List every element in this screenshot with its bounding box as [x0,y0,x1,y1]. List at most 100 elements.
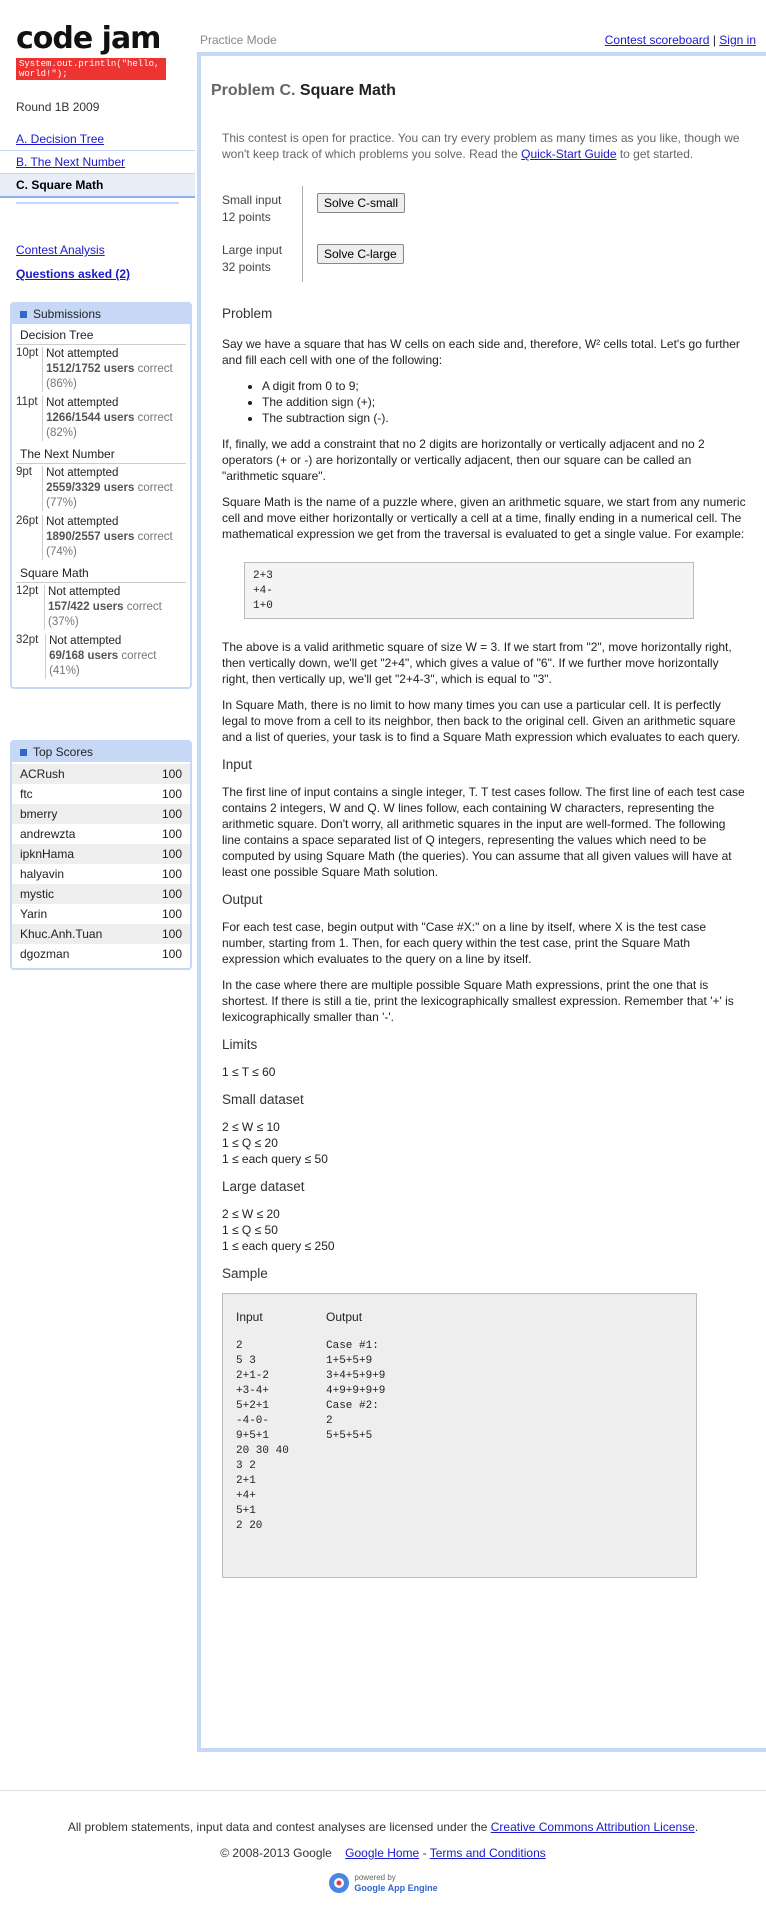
statement-paragraph: If, finally, we add a constraint that no… [222,437,705,483]
submission-row: 26pt Not attempted 1890/2557 users correct… [12,513,190,562]
submission-info: Not attempted 69/168 users correct (41%) [45,634,186,679]
submissions-list: Decision Tree 10pt Not attempted 1512/1752 … [12,324,190,687]
sample-input-heading: Input [236,1310,263,1324]
nav-divider [16,202,179,204]
practice-mode-label: Practice Mode [200,33,277,47]
quick-start-link[interactable]: Quick-Start Guide [521,147,616,161]
sample-output-column: Output Case #1: 1+5+5+9 3+4+5+9+9 4+9+9+… [326,1310,385,1444]
input-paragraph: The first line of input contains a singl… [222,785,745,879]
submission-problem-name: The Next Number [16,443,186,464]
points: 26pt [16,515,39,527]
contestant-name: ipknHama [20,847,75,861]
statement-paragraph: In Square Math, there is no limit to how… [222,698,741,744]
submission-problem-name: Square Math [16,562,186,583]
points: 32pt [16,634,39,646]
contestant-name: dgozman [20,947,70,961]
statement-paragraph: The above is a valid arithmetic square o… [222,640,732,686]
status: Not attempted [46,516,119,528]
submission-info: Not attempted 1512/1752 users correct (86… [42,347,186,392]
contestant-score: 100 [161,947,182,961]
status: Not attempted [49,635,122,647]
submission-row: 11pt Not attempted 1266/1544 users correct… [12,394,190,443]
app-engine-badge[interactable]: powered by Google App Engine [328,1872,438,1894]
example-square: 2+3 +4- 1+0 [244,562,694,619]
contestant-score: 100 [161,867,182,881]
contestant-score: 100 [161,787,182,801]
users-count: 2559/3329 users [46,482,135,494]
sample-heading: Sample [222,1266,268,1281]
contest-analysis-link[interactable]: Contest Analysis [16,243,105,257]
score-row: halyavin 100 [12,864,190,884]
users-count: 1266/1544 users [46,412,135,424]
sample-output-heading: Output [326,1310,363,1324]
top-scores-list: ACRush 100 ftc 100 bmerry 100 andrewzta 100 ipkn… [12,762,190,968]
sign-in-link[interactable]: Sign in [719,33,756,47]
cell-types-list: A digit from 0 to 9; The addition sign (… [222,378,747,426]
contestant-name: ftc [20,787,33,801]
submission-info: Not attempted 2559/3329 users correct (77… [42,466,186,511]
sample-input-column: Input 2 5 3 2+1-2 +3-4+ 5+2+1 -4-0- 9+5+… [236,1310,289,1534]
submission-row: 10pt Not attempted 1512/1752 users correct… [12,345,190,394]
logo-tagline: System.out.println("hello, world!"); [16,58,166,80]
large-input-label: Large input [222,243,283,257]
list-item: The addition sign (+); [262,394,747,410]
contestant-name: ACRush [20,767,65,781]
practice-notice: This contest is open for practice. You c… [222,131,740,161]
status: Not attempted [46,467,119,479]
points: 10pt [16,347,39,359]
submission-row: 12pt Not attempted 157/422 users correct (… [12,583,190,632]
link-separator: | [712,33,716,47]
nav-problem-a[interactable]: A. Decision Tree [0,128,195,151]
footer-divider [0,1790,766,1791]
problem-title: Problem C. Square Math [211,82,396,99]
status: Not attempted [46,397,119,409]
license-notice: All problem statements, input data and c… [67,1820,699,1834]
top-scores-panel: Top Scores ACRush 100 ftc 100 bmerry 100 andre… [10,740,192,970]
score-row: ipknHama 100 [12,844,190,864]
large-dataset-limits: 2 ≤ W ≤ 20 1 ≤ Q ≤ 50 1 ≤ each query ≤ 2… [222,1207,335,1253]
nav-problem-b[interactable]: B. The Next Number [0,151,195,174]
small-input-points: 12 points [222,210,271,224]
square-bullet-icon [20,749,27,757]
submission-row: 9pt Not attempted 2559/3329 users correct … [12,464,190,513]
contestant-score: 100 [161,847,182,861]
nav-problem-c[interactable]: C. Square Math [0,174,195,198]
google-home-link[interactable]: Google Home [345,1846,419,1860]
questions-link[interactable]: Questions asked (2) [16,267,130,281]
contestant-score: 100 [161,927,182,941]
users-count: 1512/1752 users [46,363,135,375]
contestant-score: 100 [161,887,182,901]
sample-input: 2 5 3 2+1-2 +3-4+ 5+2+1 -4-0- 9+5+1 20 3… [236,1340,289,1532]
output-paragraph: For each test case, begin output with "C… [222,920,707,966]
users-count: 69/168 users [49,650,119,662]
points: 12pt [16,585,39,597]
list-item: The subtraction sign (-). [262,410,747,426]
score-row: ftc 100 [12,784,190,804]
license-link[interactable]: Creative Commons Attribution License [491,1820,695,1834]
large-dataset-heading: Large dataset [222,1179,305,1194]
small-dataset-limits: 2 ≤ W ≤ 10 1 ≤ Q ≤ 20 1 ≤ each query ≤ 5… [222,1120,328,1166]
score-row: Yarin 100 [12,904,190,924]
score-row: mystic 100 [12,884,190,904]
input-heading: Input [222,757,253,772]
solve-large-button[interactable]: Solve C-large [317,244,404,264]
solve-small-button[interactable]: Solve C-small [317,193,406,213]
submissions-header: Submissions [12,304,190,324]
limits-heading: Limits [222,1037,258,1052]
sample-box: Input 2 5 3 2+1-2 +3-4+ 5+2+1 -4-0- 9+5+… [222,1293,697,1578]
submission-info: Not attempted 157/422 users correct (37%) [44,585,186,630]
statement-paragraph: Square Math is the name of a puzzle wher… [222,495,746,541]
problem-statement: Problem Say we have a square that has W … [222,306,747,1578]
terms-link[interactable]: Terms and Conditions [430,1846,546,1860]
score-row: bmerry 100 [12,804,190,824]
score-row: Khuc.Anh.Tuan 100 [12,924,190,944]
input-options: Small input 12 points Large input 32 poi… [222,186,303,282]
contestant-score: 100 [161,807,182,821]
users-count: 157/422 users [48,601,124,613]
contestant-name: Yarin [20,907,48,921]
logo-text: code jam [16,21,161,56]
contest-scoreboard-link[interactable]: Contest scoreboard [605,33,710,47]
points: 9pt [16,466,32,478]
square-bullet-icon [20,311,27,319]
contestant-name: halyavin [20,867,65,881]
